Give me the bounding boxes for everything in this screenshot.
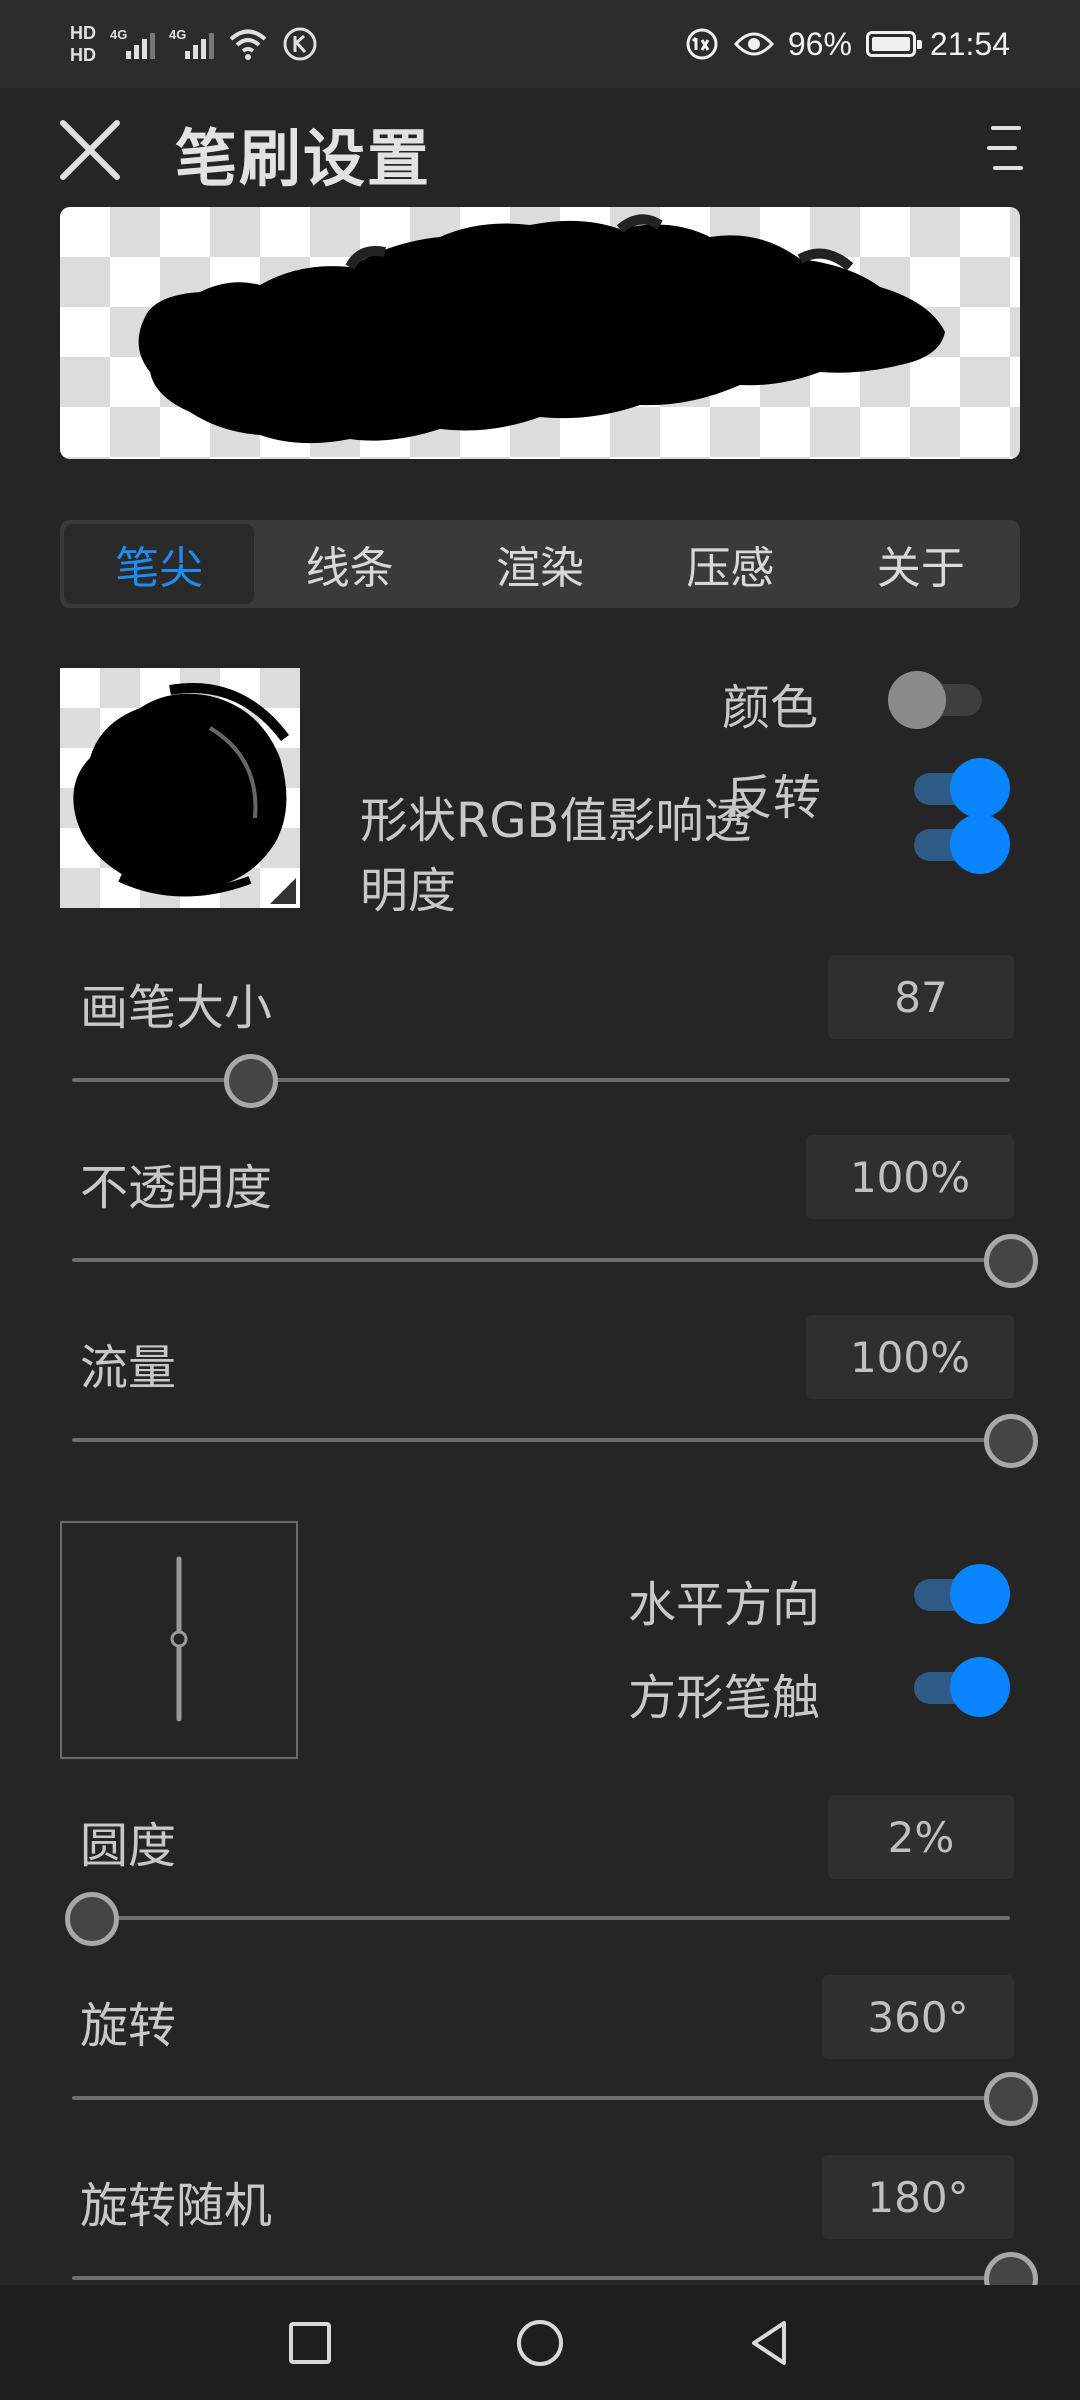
close-icon[interactable] (55, 115, 125, 185)
size-value[interactable]: 87 (828, 955, 1014, 1039)
eye-comfort-icon (733, 32, 774, 56)
settings-tabs: 笔尖 线条 渲染 压感 关于 (60, 520, 1020, 608)
invert-toggle[interactable] (906, 756, 1010, 818)
k-app-icon (283, 27, 317, 61)
rgb-alpha-label: 形状RGB值影响透 明度 (360, 786, 751, 926)
horizontal-label: 水平方向 (628, 1577, 821, 1633)
color-label: 颜色 (722, 680, 819, 736)
rgb-alpha-label-line2: 明度 (360, 863, 457, 919)
hd2-label: HD (70, 45, 96, 65)
rotation-slider-thumb[interactable] (984, 2072, 1038, 2126)
flow-value[interactable]: 100% (806, 1315, 1014, 1399)
hd1-label: HD (70, 23, 96, 43)
resize-corner-icon[interactable] (270, 878, 296, 904)
tab-pressure[interactable]: 压感 (635, 524, 825, 604)
tab-tip[interactable]: 笔尖 (64, 524, 255, 604)
data-saver-icon (686, 28, 718, 60)
status-bar: HD HD 4G 4G 96% 21:54 (0, 0, 1080, 88)
size-label: 画笔大小 (80, 980, 273, 1036)
square-tip-toggle[interactable] (906, 1655, 1010, 1717)
color-toggle[interactable] (888, 667, 992, 729)
brush-tip-shape (73, 683, 289, 897)
menu-icon[interactable] (985, 118, 1025, 178)
hd-indicators: HD HD (70, 22, 96, 66)
rotation-random-label: 旋转随机 (80, 2178, 273, 2234)
status-right: 96% 21:54 (684, 20, 1010, 68)
tab-stroke[interactable]: 线条 (254, 524, 444, 604)
opacity-label: 不透明度 (80, 1160, 273, 1216)
rgb-alpha-label-line1: 形状RGB值影响透 (360, 793, 752, 849)
net1-label: 4G (110, 27, 128, 42)
back-triangle-icon[interactable] (740, 2313, 800, 2373)
tab-about[interactable]: 关于 (826, 524, 1016, 604)
rotation-slider[interactable] (72, 2068, 1038, 2128)
tab-render[interactable]: 渲染 (445, 524, 635, 604)
flow-slider-thumb[interactable] (984, 1414, 1038, 1468)
flow-label: 流量 (80, 1340, 177, 1396)
horizontal-toggle[interactable] (906, 1562, 1010, 1624)
opacity-value[interactable]: 100% (806, 1135, 1014, 1219)
opacity-slider[interactable] (72, 1230, 1038, 1290)
navigation-bar (0, 2285, 1080, 2400)
battery-percent: 96% (787, 25, 852, 62)
size-slider[interactable] (72, 1050, 1010, 1110)
battery-icon (865, 31, 922, 57)
opacity-slider-thumb[interactable] (984, 1234, 1038, 1288)
tip-shape-preview[interactable] (60, 1521, 298, 1759)
clock: 21:54 (929, 25, 1010, 62)
brush-stroke-preview (60, 207, 1020, 459)
recents-square-icon[interactable] (280, 2313, 340, 2373)
size-slider-thumb[interactable] (224, 1054, 279, 1108)
net2-label: 4G (169, 27, 187, 42)
rotation-label: 旋转 (80, 1998, 177, 2054)
signal-2-icon: 4G (169, 27, 214, 59)
roundness-label: 圆度 (80, 1818, 177, 1874)
rgb-alpha-toggle[interactable] (906, 812, 1010, 874)
tip-shape-line-icon (170, 1556, 188, 1722)
square-tip-label: 方形笔触 (628, 1670, 821, 1726)
roundness-slider[interactable] (64, 1888, 1010, 1948)
home-circle-icon[interactable] (510, 2313, 570, 2373)
page-title: 笔刷设置 (175, 122, 432, 195)
brush-tip-thumbnail[interactable] (60, 668, 300, 908)
rotation-random-value[interactable]: 180° (822, 2155, 1014, 2239)
roundness-slider-thumb[interactable] (64, 1892, 119, 1946)
roundness-value[interactable]: 2% (828, 1795, 1014, 1879)
status-left: HD HD 4G 4G (70, 16, 318, 72)
rotation-value[interactable]: 360° (822, 1975, 1014, 2059)
wifi-icon (229, 29, 267, 60)
flow-slider[interactable] (72, 1410, 1038, 1470)
brush-stroke-shape (138, 214, 946, 444)
signal-1-icon: 4G (110, 27, 155, 59)
